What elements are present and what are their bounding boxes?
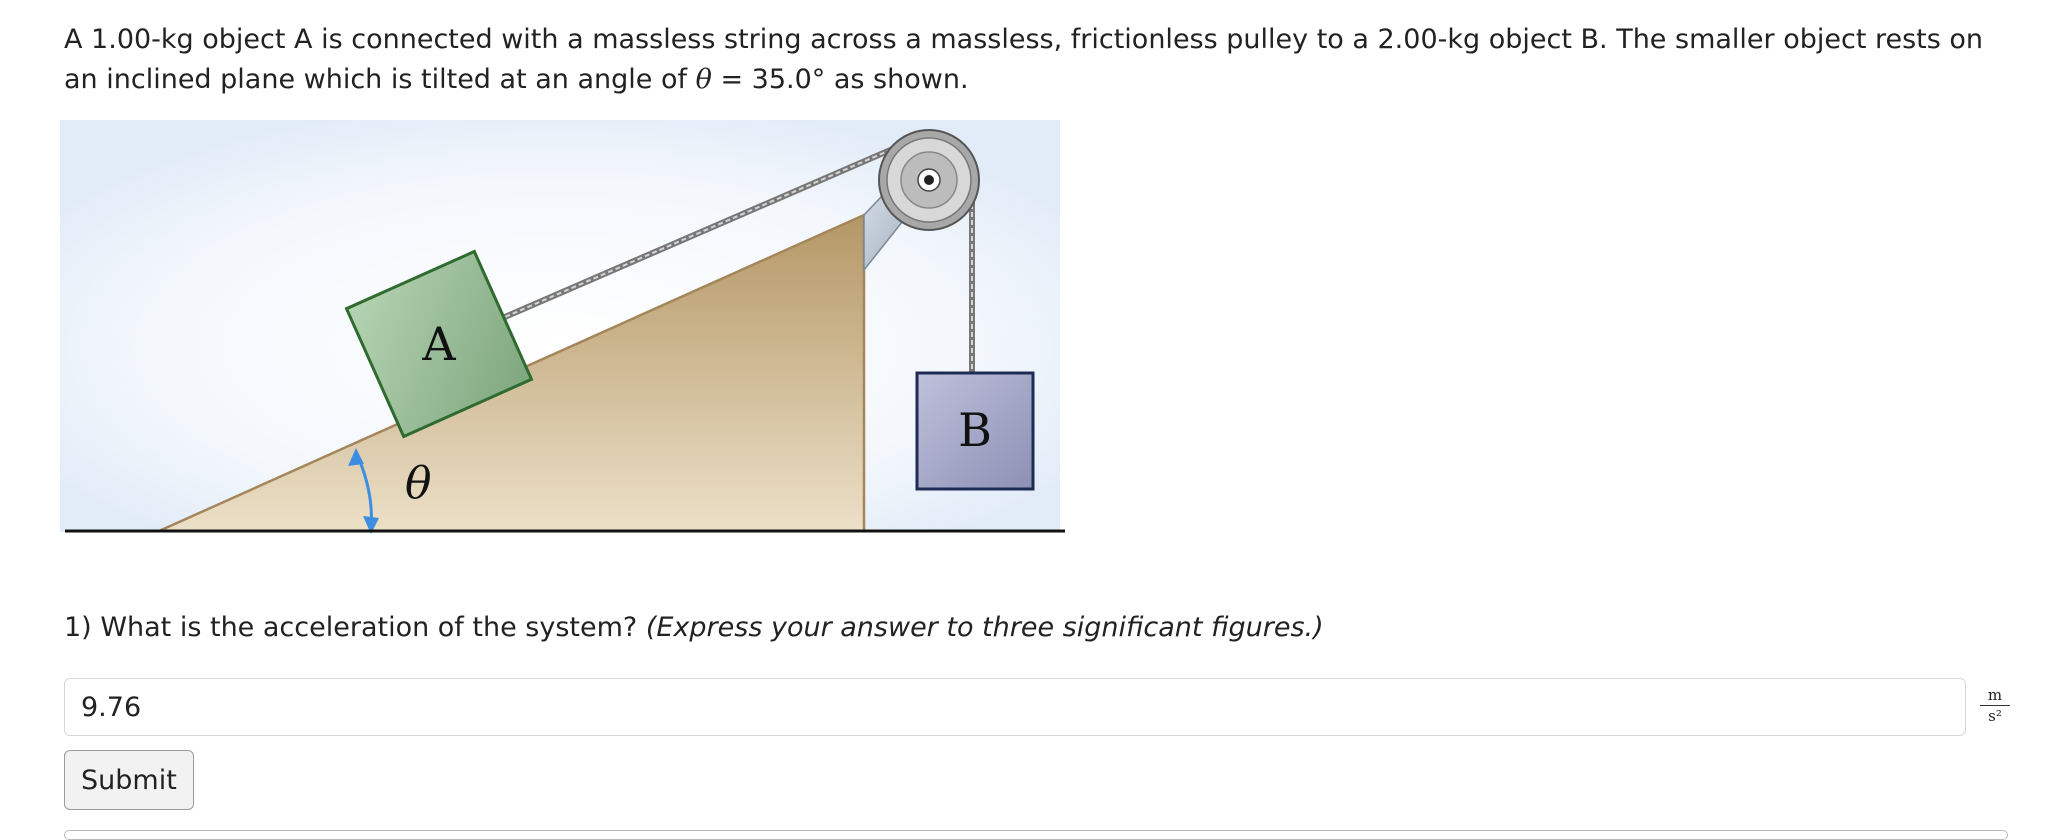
unit-numerator: m bbox=[1980, 686, 2010, 706]
answer-row: m s² bbox=[64, 678, 2024, 740]
answer-input[interactable] bbox=[64, 678, 1966, 736]
block-a-label: A bbox=[421, 317, 456, 371]
pulley bbox=[878, 129, 980, 231]
problem-statement: A 1.00-kg object A is connected with a m… bbox=[64, 20, 2014, 100]
feedback-panel-edge bbox=[64, 830, 2008, 840]
question-text: 1) What is the acceleration of the syste… bbox=[64, 612, 1324, 643]
problem-text-before: A 1.00-kg object A is connected with a m… bbox=[64, 24, 1984, 95]
incline-pulley-figure: A B θ bbox=[60, 120, 1065, 534]
question-hint: (Express your answer to three significan… bbox=[645, 612, 1324, 643]
angle-value: 35.0° bbox=[751, 64, 826, 95]
problem-text-after: as shown. bbox=[825, 64, 969, 95]
block-b: B bbox=[915, 371, 1035, 491]
angle-label: θ bbox=[405, 458, 432, 509]
block-b-label: B bbox=[958, 403, 992, 457]
unit-denominator: s² bbox=[1988, 707, 2002, 725]
question-number: 1) bbox=[64, 612, 92, 643]
theta-symbol: θ bbox=[695, 64, 712, 95]
equals-sign: = bbox=[711, 64, 752, 95]
submit-button[interactable]: Submit bbox=[64, 750, 194, 810]
question-prompt: What is the acceleration of the system? bbox=[100, 612, 638, 643]
unit-label: m s² bbox=[1980, 686, 2010, 725]
